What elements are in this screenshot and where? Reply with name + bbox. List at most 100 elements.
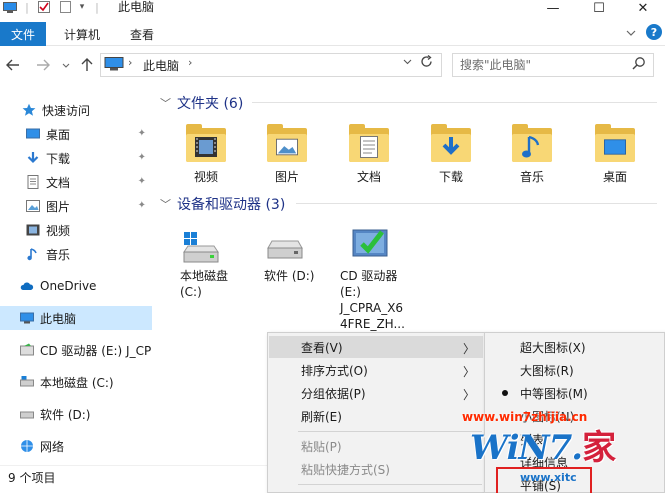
sidebar-item-onedrive[interactable]: OneDrive xyxy=(0,274,152,298)
folder-item-videos[interactable]: 视频 xyxy=(174,124,238,185)
sidebar-item-documents[interactable]: 文档 ✦ xyxy=(0,170,152,194)
sidebar-item-quick-access[interactable]: 快速访问 xyxy=(0,98,152,122)
folder-item-desktop[interactable]: 桌面 xyxy=(583,124,647,185)
sidebar-item-label: 此电脑 xyxy=(40,311,77,326)
menu-item-paste-shortcut[interactable]: 粘贴快捷方式(S) xyxy=(269,458,483,480)
menu-item-paste[interactable]: 粘贴(P) xyxy=(269,435,483,457)
submenu-item-large-icons[interactable]: 大图标(R) xyxy=(486,359,664,381)
sidebar-item-music[interactable]: 音乐 xyxy=(0,242,152,266)
recent-locations-icon[interactable] xyxy=(60,56,72,74)
group-divider xyxy=(252,102,657,103)
cd-drive-label[interactable]: CD 驱动器 (E:) J_CPRA_X6 4FRE_ZH... xyxy=(340,268,405,332)
forward-arrow-icon[interactable] xyxy=(34,56,52,74)
help-icon[interactable]: ? xyxy=(646,24,662,40)
drive-d-label[interactable]: 软件 (D:) xyxy=(264,268,314,284)
tab-view[interactable]: 查看 xyxy=(130,22,154,46)
video-folder-icon xyxy=(186,124,226,162)
folder-item-downloads[interactable]: 下载 xyxy=(419,124,483,185)
chevron-right-icon: 〉 xyxy=(462,342,475,356)
new-folder-icon[interactable] xyxy=(58,0,72,14)
address-dropdown-icon[interactable] xyxy=(403,57,412,68)
pin-icon[interactable]: ✦ xyxy=(138,200,146,211)
sidebar-item-label: 视频 xyxy=(46,223,71,238)
drive-d-icon[interactable] xyxy=(266,238,304,267)
up-arrow-icon[interactable] xyxy=(78,56,96,74)
search-icon[interactable] xyxy=(632,56,646,73)
tab-computer[interactable]: 计算机 xyxy=(64,22,100,46)
folder-item-music[interactable]: 音乐 xyxy=(500,124,564,185)
maximize-button[interactable]: ☐ xyxy=(576,0,622,16)
folder-item-documents[interactable]: 文档 xyxy=(337,124,401,185)
back-arrow-icon[interactable] xyxy=(4,56,22,74)
breadcrumb-this-pc[interactable]: 此电脑 xyxy=(143,57,179,74)
star-icon xyxy=(22,103,36,116)
minimize-button[interactable]: — xyxy=(530,0,576,16)
sidebar-item-desktop[interactable]: 桌面 ✦ xyxy=(0,122,152,146)
properties-icon[interactable] xyxy=(36,0,52,14)
drive-c-label[interactable]: 本地磁盘 (C:) xyxy=(180,268,228,300)
watermark-subtext: www.xitc xyxy=(520,471,577,484)
tab-file[interactable]: 文件 xyxy=(0,22,46,46)
sidebar-item-downloads[interactable]: 下载 ✦ xyxy=(0,146,152,170)
menu-item-sort-by[interactable]: 排序方式(O) 〉 xyxy=(269,359,483,381)
explorer-window: | ▾ | 此电脑 — ☐ ✕ 文件 计算机 查看 ? › 此电脑 › 搜索"此… xyxy=(0,0,665,493)
sidebar-item-label: 桌面 xyxy=(46,127,71,142)
computer-icon xyxy=(104,57,124,71)
submenu-item-extra-large-icons[interactable]: 超大图标(X) xyxy=(486,336,664,358)
breadcrumb-chevron-icon[interactable]: › xyxy=(188,56,192,69)
download-icon xyxy=(27,152,39,164)
folder-label: 桌面 xyxy=(602,170,627,184)
submenu-item-medium-icons[interactable]: 中等图标(M) xyxy=(486,382,664,404)
close-button[interactable]: ✕ xyxy=(620,0,665,16)
sidebar-item-pictures[interactable]: 图片 ✦ xyxy=(0,194,152,218)
refresh-icon[interactable] xyxy=(420,54,433,72)
chevron-down-icon: ﹀ xyxy=(160,198,171,211)
sidebar-item-label: 软件 (D:) xyxy=(40,407,91,422)
sidebar-item-cd-drive[interactable]: CD 驱动器 (E:) J_CPR xyxy=(0,338,152,362)
music-folder-icon xyxy=(512,124,552,162)
group-header-devices[interactable]: ﹀ 设备和驱动器 (3) xyxy=(160,194,285,214)
sidebar-item-local-disk-c[interactable]: 本地磁盘 (C:) xyxy=(0,370,152,394)
download-folder-icon xyxy=(431,124,471,162)
group-header-folders[interactable]: ﹀ 文件夹 (6) xyxy=(160,93,243,113)
expand-ribbon-icon[interactable] xyxy=(623,25,639,41)
watermark-logo: WiN7.家 xyxy=(470,428,616,468)
radio-dot-icon xyxy=(502,390,508,396)
sidebar-item-label: 快速访问 xyxy=(42,103,91,118)
computer-icon xyxy=(20,312,34,324)
sidebar-item-label: 文档 xyxy=(46,175,71,190)
sidebar-item-label: 音乐 xyxy=(46,247,71,262)
folder-label: 图片 xyxy=(274,170,299,184)
context-menu: 查看(V) 〉 排序方式(O) 〉 分组依据(P) 〉 刷新(E) 粘贴(P) … xyxy=(267,332,485,493)
folder-label: 音乐 xyxy=(519,170,544,184)
disk-icon xyxy=(20,376,34,387)
music-icon xyxy=(27,248,37,261)
customize-toolbar-icon[interactable]: ▾ xyxy=(76,0,88,14)
folder-item-pictures[interactable]: 图片 xyxy=(255,124,319,185)
sidebar-item-label: OneDrive xyxy=(40,279,97,293)
group-divider xyxy=(296,203,657,204)
cd-drive-icon[interactable] xyxy=(352,222,388,261)
video-icon xyxy=(26,224,40,236)
cloud-icon xyxy=(20,282,34,290)
network-icon xyxy=(21,440,33,452)
document-folder-icon xyxy=(349,124,389,162)
pin-icon[interactable]: ✦ xyxy=(138,128,146,139)
breadcrumb-chevron-icon[interactable]: › xyxy=(128,56,132,69)
disk-icon xyxy=(20,411,34,419)
sidebar-item-videos[interactable]: 视频 xyxy=(0,218,152,242)
menu-item-view[interactable]: 查看(V) 〉 xyxy=(269,336,483,358)
sidebar-item-label: 本地磁盘 (C:) xyxy=(40,375,114,390)
menu-separator xyxy=(298,484,482,485)
menu-item-group-by[interactable]: 分组依据(P) 〉 xyxy=(269,382,483,404)
computer-small-icon[interactable] xyxy=(2,0,18,14)
pin-icon[interactable]: ✦ xyxy=(138,152,146,163)
search-input[interactable] xyxy=(460,57,630,73)
pin-icon[interactable]: ✦ xyxy=(138,176,146,187)
menu-item-refresh[interactable]: 刷新(E) xyxy=(269,405,483,427)
sidebar-item-this-pc[interactable]: 此电脑 xyxy=(0,306,152,330)
picture-folder-icon xyxy=(267,124,307,162)
drive-c-icon[interactable] xyxy=(182,232,220,269)
sidebar-item-network[interactable]: 网络 xyxy=(0,434,152,458)
sidebar-item-software-d[interactable]: 软件 (D:) xyxy=(0,402,152,426)
